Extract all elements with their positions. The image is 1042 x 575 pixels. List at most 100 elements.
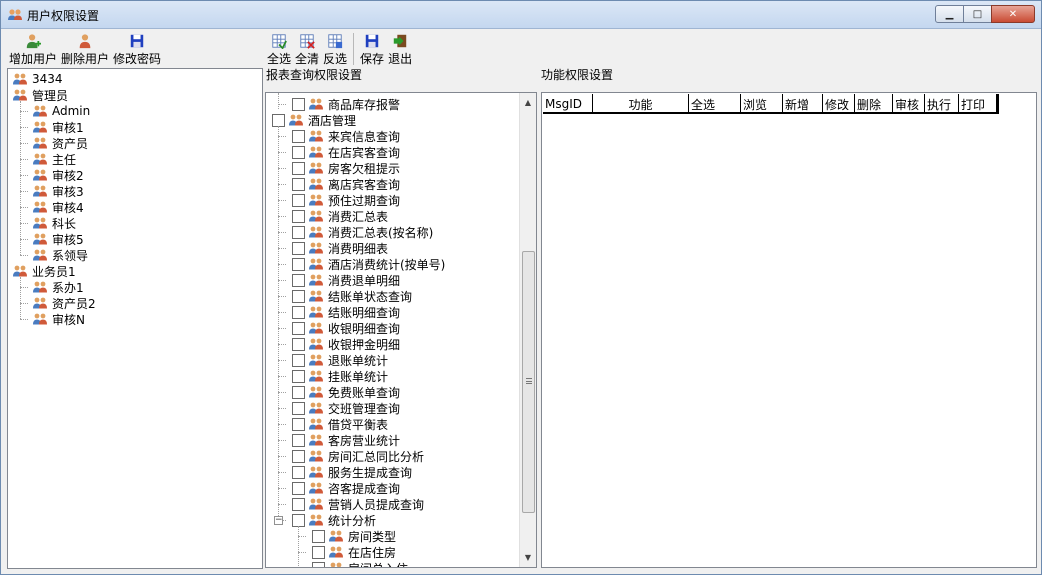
report-tree-item[interactable]: 咨客提成查询: [292, 480, 400, 496]
grid-column-header[interactable]: 全选: [689, 94, 741, 114]
report-tree-item[interactable]: 来宾信息查询: [292, 128, 400, 144]
grid-column-header[interactable]: 打印: [959, 94, 997, 114]
report-tree-item[interactable]: 结账明细查询: [292, 304, 400, 320]
user-tree-item[interactable]: 审核N: [32, 311, 85, 327]
permission-checkbox[interactable]: [292, 497, 305, 511]
toolbar_left-button-2[interactable]: 修改密码: [111, 31, 163, 67]
permission-checkbox[interactable]: [292, 241, 305, 255]
report-tree-item[interactable]: 交班管理查询: [292, 400, 400, 416]
report-tree-item[interactable]: 挂账单统计: [292, 368, 388, 384]
permission-checkbox[interactable]: [292, 353, 305, 367]
report-tree-item[interactable]: 房客欠租提示: [292, 160, 400, 176]
permission-checkbox[interactable]: [292, 97, 305, 111]
report-tree-item[interactable]: 在店宾客查询: [292, 144, 400, 160]
user-tree-item[interactable]: 资产员: [32, 135, 88, 151]
user-tree-item[interactable]: 资产员2: [32, 295, 96, 311]
user-tree-item[interactable]: 审核5: [32, 231, 84, 247]
report-tree-item[interactable]: 服务生提成查询: [292, 464, 412, 480]
report-tree-item[interactable]: 消费退单明细: [292, 272, 400, 288]
permission-checkbox[interactable]: [292, 305, 305, 319]
user-tree-item[interactable]: 审核4: [32, 199, 84, 215]
report-tree-item[interactable]: 房间总入住: [312, 560, 408, 567]
permission-checkbox[interactable]: [292, 129, 305, 143]
permission-checkbox[interactable]: [292, 257, 305, 271]
report-tree-item[interactable]: 酒店消费统计(按单号): [292, 256, 445, 272]
scroll-up-button[interactable]: ▲: [520, 94, 536, 111]
permission-checkbox[interactable]: [292, 433, 305, 447]
permission-checkbox[interactable]: [292, 225, 305, 239]
maximize-button[interactable]: □: [963, 5, 992, 23]
report-tree-item[interactable]: 结账单状态查询: [292, 288, 412, 304]
permission-checkbox[interactable]: [292, 209, 305, 223]
permission-checkbox[interactable]: [292, 465, 305, 479]
toolbar_right-button-4[interactable]: 退出: [386, 31, 414, 67]
permission-checkbox[interactable]: [292, 161, 305, 175]
permission-checkbox[interactable]: [292, 513, 305, 527]
report-tree-item[interactable]: 消费汇总表(按名称): [292, 224, 433, 240]
report-tree-item[interactable]: 酒店管理: [272, 112, 356, 128]
close-button[interactable]: ✕: [991, 5, 1035, 23]
toolbar_right-button-1[interactable]: 全清: [293, 31, 321, 67]
report-tree-item[interactable]: 收银押金明细: [292, 336, 400, 352]
collapse-toggle[interactable]: −: [274, 516, 283, 525]
report-tree-item[interactable]: 统计分析: [292, 512, 376, 528]
report-tree-item[interactable]: 营销人员提成查询: [292, 496, 424, 512]
report-tree-item[interactable]: 消费明细表: [292, 240, 388, 256]
permission-checkbox[interactable]: [292, 193, 305, 207]
function-grid-panel[interactable]: MsgID 功能 全选 浏览 新增 修改 删除 审核 执行 打印: [541, 92, 1037, 568]
report-tree-item[interactable]: 借贷平衡表: [292, 416, 388, 432]
user-tree-item[interactable]: 主任: [32, 151, 76, 167]
grid-column-header[interactable]: MsgID: [543, 94, 593, 114]
toolbar_right-button-2[interactable]: 反选: [321, 31, 349, 67]
user-tree-item[interactable]: 审核2: [32, 167, 84, 183]
permission-checkbox[interactable]: [312, 545, 325, 559]
report-tree-item[interactable]: 客房营业统计: [292, 432, 400, 448]
permission-checkbox[interactable]: [292, 385, 305, 399]
toolbar_right-button-3[interactable]: 保存: [358, 31, 386, 67]
grid-column-header[interactable]: 审核: [893, 94, 925, 114]
report-tree-item[interactable]: 商品库存报警: [292, 96, 400, 112]
permission-checkbox[interactable]: [292, 481, 305, 495]
permission-checkbox[interactable]: [312, 561, 325, 567]
permission-checkbox[interactable]: [292, 337, 305, 351]
permission-checkbox[interactable]: [292, 273, 305, 287]
user-tree-item[interactable]: 业务员1: [12, 263, 76, 279]
permission-checkbox[interactable]: [292, 321, 305, 335]
report-tree-scrollbar[interactable]: ▲ ▼: [519, 93, 536, 567]
report-tree-panel[interactable]: 商品库存报警 酒店管理 来宾信息查询 在店宾客查询 房客欠租提示 离店宾客查询 预住过期查询…: [265, 92, 537, 568]
report-tree-item[interactable]: 免费账单查询: [292, 384, 400, 400]
permission-checkbox[interactable]: [292, 369, 305, 383]
report-tree-item[interactable]: 离店宾客查询: [292, 176, 400, 192]
grid-column-header[interactable]: 新增: [783, 94, 823, 114]
toolbar_left-button-0[interactable]: 增加用户: [7, 31, 59, 67]
report-tree-item[interactable]: 退账单统计: [292, 352, 388, 368]
scroll-thumb[interactable]: [522, 251, 535, 513]
permission-checkbox[interactable]: [292, 289, 305, 303]
toolbar_left-button-1[interactable]: 删除用户: [59, 31, 111, 67]
user-tree-item[interactable]: 审核1: [32, 119, 84, 135]
grid-column-header[interactable]: 修改: [823, 94, 855, 114]
permission-checkbox[interactable]: [292, 177, 305, 191]
report-tree-item[interactable]: 房间汇总同比分析: [292, 448, 424, 464]
report-tree-item[interactable]: 收银明细查询: [292, 320, 400, 336]
user-tree-item[interactable]: 3434: [12, 71, 63, 87]
permission-checkbox[interactable]: [292, 145, 305, 159]
grid-column-header[interactable]: 执行: [925, 94, 959, 114]
grid-column-header[interactable]: 功能: [593, 94, 689, 114]
report-tree-item[interactable]: 消费汇总表: [292, 208, 388, 224]
permission-checkbox[interactable]: [292, 417, 305, 431]
grid-column-header[interactable]: 删除: [855, 94, 893, 114]
minimize-button[interactable]: ▁: [935, 5, 964, 23]
user-tree-panel[interactable]: 3434 管理员 Admin 审核1 资产员 主任 审核2 审核3 审核4 科长 审核5 系领导 业务员…: [7, 68, 263, 569]
report-tree-item[interactable]: 预住过期查询: [292, 192, 400, 208]
scroll-down-button[interactable]: ▼: [520, 549, 536, 566]
user-tree-item[interactable]: 审核3: [32, 183, 84, 199]
user-tree-item[interactable]: 系领导: [32, 247, 88, 263]
user-tree-item[interactable]: 科长: [32, 215, 76, 231]
permission-checkbox[interactable]: [312, 529, 325, 543]
permission-checkbox[interactable]: [272, 113, 285, 127]
report-tree-item[interactable]: 在店住房: [312, 544, 396, 560]
grid-column-header[interactable]: 浏览: [741, 94, 783, 114]
toolbar_right-button-0[interactable]: 全选: [265, 31, 293, 67]
user-tree-item[interactable]: Admin: [32, 103, 90, 119]
